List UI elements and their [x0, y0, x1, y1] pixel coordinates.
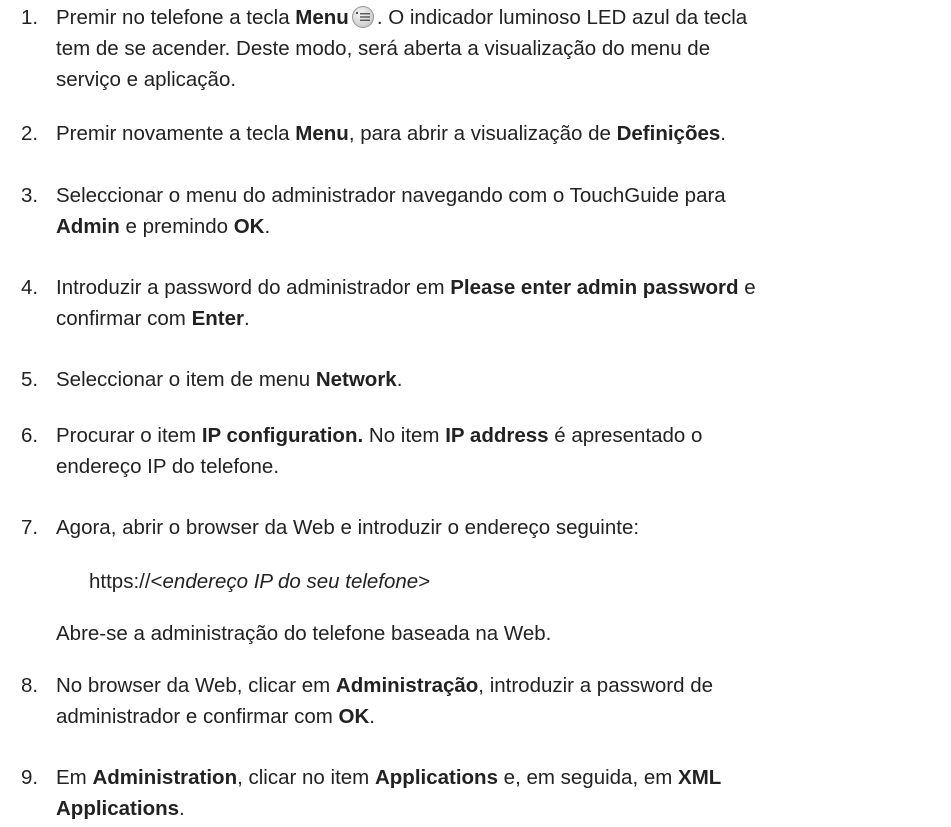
bold-term: Admin — [56, 215, 120, 238]
url-example: https://<endereço IP do seu telefone> — [89, 566, 430, 597]
text-run: No browser da Web, clicar em — [56, 674, 336, 697]
step-line: tem de se acender. Deste modo, será aber… — [56, 33, 747, 64]
step-number: 1. — [21, 6, 39, 29]
step-text: Premir novamente a tecla Menu, para abri… — [56, 118, 726, 149]
text-run: . — [720, 122, 726, 145]
step-line: Agora, abrir o browser da Web e introduz… — [56, 512, 639, 543]
url-prefix: https://< — [89, 570, 163, 593]
step-line: serviço e aplicação. — [56, 64, 747, 95]
text-run: endereço IP do telefone. — [56, 455, 280, 478]
bold-term: OK — [338, 705, 370, 728]
text-run: . — [369, 705, 375, 728]
step-number: 5. — [21, 368, 39, 391]
step-text: Seleccionar o menu do administrador nave… — [56, 180, 726, 242]
text-run: Premir novamente a tecla — [56, 122, 296, 145]
step-line: No browser da Web, clicar em Administraç… — [56, 670, 713, 701]
step-text: Agora, abrir o browser da Web e introduz… — [56, 512, 639, 543]
bold-term: Administração — [335, 674, 479, 697]
text-run: , clicar no item — [237, 766, 375, 789]
step-line: endereço IP do telefone. — [56, 451, 702, 482]
bold-term: Definições — [616, 122, 721, 145]
step-line: Premir no telefone a tecla Menu . O indic… — [56, 2, 747, 33]
text-run: e, em seguida, em — [497, 766, 679, 789]
step-line: Introduzir a password do administrador e… — [56, 272, 756, 303]
bold-term: OK — [233, 215, 265, 238]
step-line: Premir novamente a tecla Menu, para abri… — [56, 118, 726, 149]
url-suffix: > — [418, 570, 431, 593]
step-number: 6. — [21, 424, 39, 447]
bold-term: Enter — [191, 307, 244, 330]
bold-term: Applications — [374, 766, 498, 789]
text-run: administrador e confirmar com — [56, 705, 339, 728]
text-run: , introduzir a password de — [478, 674, 714, 697]
text-run: Seleccionar o menu do administrador nave… — [56, 184, 726, 207]
bold-term: Please enter admin password — [450, 276, 739, 299]
text-run: , para abrir a visualização de — [348, 122, 617, 145]
text-run: tem de se acender. Deste modo, será aber… — [56, 37, 711, 60]
text-run: . — [179, 797, 185, 820]
step-7-note: Abre-se a administração do telefone base… — [56, 622, 552, 645]
step-number: 9. — [21, 766, 39, 789]
text-run: Seleccionar o item de menu — [56, 368, 316, 391]
text-run: . — [243, 307, 250, 330]
step-number: 3. — [21, 184, 39, 207]
step-line: administrador e confirmar com OK. — [56, 701, 713, 732]
step-text: Seleccionar o item de menu Network. — [56, 364, 402, 395]
text-run: Em — [56, 766, 93, 789]
step-line: Em Administration, clicar no item Applic… — [56, 762, 721, 793]
bold-term: Menu — [295, 6, 349, 29]
bold-term: Administration — [92, 766, 238, 789]
text-run: Agora, abrir o browser da Web e introduz… — [56, 516, 640, 539]
text-run: confirmar com — [56, 307, 192, 330]
text-run: . — [396, 368, 403, 391]
bold-term: Applications — [56, 797, 180, 820]
bold-term: Network — [315, 368, 397, 391]
text-run: é apresentado o — [548, 424, 703, 447]
step-line: Seleccionar o item de menu Network. — [56, 364, 402, 395]
text-run: serviço e aplicação. — [56, 68, 237, 91]
bold-term: IP address — [445, 424, 549, 447]
step-line: confirmar com Enter. — [56, 303, 756, 334]
url-placeholder: endereço IP do seu telefone — [162, 570, 419, 593]
bold-term: Menu — [295, 122, 349, 145]
step-number: 7. — [21, 516, 39, 539]
step-text: No browser da Web, clicar em Administraç… — [56, 670, 713, 732]
text-run: Procurar o item — [56, 424, 202, 447]
text-run: Introduzir a password do administrador e… — [56, 276, 451, 299]
step-line: Seleccionar o menu do administrador nave… — [56, 180, 726, 211]
menu-key-icon — [351, 6, 374, 28]
text-run: e premindo — [119, 215, 234, 238]
step-number: 2. — [21, 122, 39, 145]
step-line: Applications. — [56, 793, 721, 824]
bold-term: XML — [678, 766, 722, 789]
text-run: e — [738, 276, 756, 299]
step-text: Procurar o item IP configuration. No ite… — [56, 420, 702, 482]
step-line: Procurar o item IP configuration. No ite… — [56, 420, 702, 451]
text-run: . O indicador luminoso LED azul da tecla — [376, 6, 748, 29]
step-number: 4. — [21, 276, 39, 299]
step-text: Introduzir a password do administrador e… — [56, 272, 756, 334]
text-run: . — [264, 215, 271, 238]
bold-term: IP configuration. — [201, 424, 364, 447]
step-text: Em Administration, clicar no item Applic… — [56, 762, 721, 824]
text-run: Premir no telefone a tecla — [56, 6, 296, 29]
step-number: 8. — [21, 674, 39, 697]
text-run: No item — [363, 424, 446, 447]
step-line: Admin e premindo OK. — [56, 211, 726, 242]
step-text: Premir no telefone a tecla Menu . O indic… — [56, 2, 747, 95]
